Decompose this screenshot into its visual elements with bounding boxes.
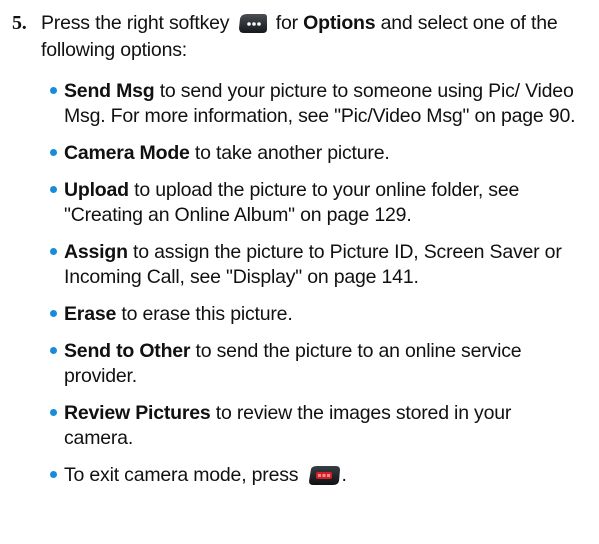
option-description: to take another picture. bbox=[194, 142, 390, 164]
options-list: Send Msg to send your picture to someone… bbox=[50, 79, 580, 500]
exit-text: To exit camera mode, press bbox=[64, 464, 299, 486]
option-label: Send Msg bbox=[64, 80, 155, 102]
list-item-send-to-other: Send to Other to send the picture to an … bbox=[50, 339, 580, 389]
options-label: Options bbox=[303, 12, 376, 34]
step-number: 5. bbox=[12, 12, 27, 34]
right-softkey-icon bbox=[238, 12, 268, 34]
list-item-camera-mode: Camera Mode to take another picture. bbox=[50, 141, 580, 166]
manual-page: 5. Press the right softkey for Options a… bbox=[0, 0, 599, 544]
option-label: Erase bbox=[64, 303, 117, 325]
bullet-icon bbox=[50, 248, 57, 255]
exit-period: . bbox=[341, 464, 347, 486]
option-label: Upload bbox=[64, 179, 129, 201]
option-description: to assign the picture to Picture ID, Scr… bbox=[64, 241, 562, 288]
bullet-icon bbox=[50, 87, 57, 94]
option-label: Review Pictures bbox=[64, 402, 211, 424]
option-description: to erase this picture. bbox=[121, 303, 293, 325]
list-item-upload: Upload to upload the picture to your onl… bbox=[50, 178, 580, 228]
option-description: to upload the picture to your online fol… bbox=[64, 179, 520, 226]
list-item-erase: Erase to erase this picture. bbox=[50, 302, 580, 327]
list-item-send-msg: Send Msg to send your picture to someone… bbox=[50, 79, 580, 129]
option-label: Camera Mode bbox=[64, 142, 190, 164]
bullet-icon bbox=[50, 186, 57, 193]
list-item-exit: To exit camera mode, press . bbox=[50, 463, 580, 488]
bullet-icon bbox=[50, 409, 57, 416]
step-text-start: Press the right softkey bbox=[41, 12, 230, 34]
end-key-icon bbox=[307, 464, 341, 486]
option-label: Assign bbox=[64, 241, 128, 263]
option-label: Send to Other bbox=[64, 340, 191, 362]
list-item-assign: Assign to assign the picture to Picture … bbox=[50, 240, 580, 290]
step-5: 5. Press the right softkey for Options a… bbox=[12, 10, 582, 64]
bullet-icon bbox=[50, 347, 57, 354]
bullet-icon bbox=[50, 149, 57, 156]
step-text-for: for bbox=[275, 12, 298, 34]
bullet-icon bbox=[50, 310, 57, 317]
list-item-review-pictures: Review Pictures to review the images sto… bbox=[50, 401, 580, 451]
step-instruction: Press the right softkey for Options and … bbox=[41, 10, 582, 64]
bullet-icon bbox=[50, 471, 57, 478]
